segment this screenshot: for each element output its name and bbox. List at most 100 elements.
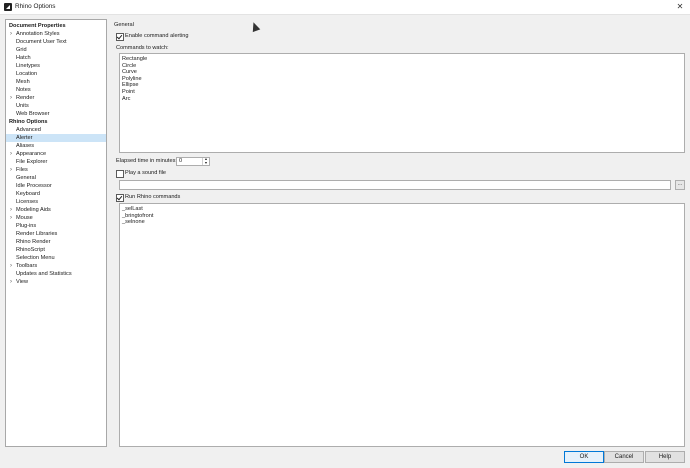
tree-item[interactable]: File Explorer bbox=[6, 158, 106, 166]
tree-item[interactable]: › Modeling Aids bbox=[6, 206, 106, 214]
chevron-right-icon[interactable]: › bbox=[10, 30, 15, 38]
tree-item-label: Hatch bbox=[16, 55, 31, 61]
tree-item-label: Mouse bbox=[16, 215, 33, 221]
run-commands-textbox[interactable]: _selLast _bringtofront _selnone bbox=[119, 203, 685, 447]
chevron-right-icon[interactable]: › bbox=[10, 206, 15, 214]
tree-item-label: Render Libraries bbox=[16, 231, 58, 237]
spin-arrows-icon[interactable]: ▲ ▼ bbox=[202, 157, 209, 165]
list-item: Polyline bbox=[122, 75, 142, 82]
tree-item-label: Grid bbox=[16, 47, 27, 53]
tree-item[interactable]: Mesh bbox=[6, 78, 106, 86]
tree-item[interactable]: Rhino Render bbox=[6, 238, 106, 246]
chevron-right-icon[interactable]: › bbox=[10, 150, 15, 158]
tree-item[interactable]: Alerter bbox=[6, 134, 106, 142]
ok-button[interactable]: OK bbox=[564, 451, 604, 463]
help-button[interactable]: Help bbox=[645, 451, 685, 463]
chevron-right-icon[interactable]: › bbox=[10, 214, 15, 222]
tree-item-label: Location bbox=[16, 71, 38, 77]
tree-item[interactable]: Document User Text bbox=[6, 38, 106, 46]
tree-item[interactable]: Render Libraries bbox=[6, 230, 106, 238]
list-item: _bringtofront bbox=[122, 212, 154, 219]
tree-item-label: Licenses bbox=[16, 199, 39, 205]
tree-item-label: Modeling Aids bbox=[16, 207, 51, 213]
tree-item[interactable]: Selection Menu bbox=[6, 254, 106, 262]
tree-item[interactable]: Hatch bbox=[6, 54, 106, 62]
tree-item-label: Document User Text bbox=[16, 39, 67, 45]
tree-item-label: Aliases bbox=[16, 143, 35, 149]
tree-item[interactable]: General bbox=[6, 174, 106, 182]
tree-item-label: General bbox=[16, 175, 36, 181]
browse-button[interactable]: ... bbox=[675, 180, 685, 190]
sound-file-input[interactable] bbox=[119, 180, 671, 190]
tree-item-label: Web Browser bbox=[16, 111, 50, 117]
tree-item-label: Render bbox=[16, 95, 35, 101]
tree-item[interactable]: Units bbox=[6, 102, 106, 110]
list-item: _selLast bbox=[122, 206, 143, 212]
run-commands-checkbox[interactable] bbox=[116, 194, 124, 202]
tree-item-label: Notes bbox=[16, 87, 31, 93]
tree-item[interactable]: › Files bbox=[6, 166, 106, 174]
tree-item-label: Rhino Options bbox=[9, 119, 48, 125]
tree-item-label: Document Properties bbox=[9, 23, 66, 29]
options-tree[interactable]: Document Properties › Annotation Styles Doc… bbox=[5, 19, 107, 447]
chevron-right-icon[interactable]: › bbox=[10, 166, 15, 174]
rhino-app-icon bbox=[4, 3, 12, 11]
tree-item-label: Linetypes bbox=[16, 63, 40, 69]
tree-item-label: Keyboard bbox=[16, 191, 40, 197]
play-sound-checkbox[interactable] bbox=[116, 170, 124, 178]
chevron-right-icon[interactable]: › bbox=[10, 94, 15, 102]
tree-item[interactable]: Idle Processor bbox=[6, 182, 106, 190]
elapsed-label: Elapsed time in minutes: bbox=[116, 158, 177, 164]
tree-item[interactable]: Advanced bbox=[6, 126, 106, 134]
commands-listbox[interactable]: Rectangle Circle Curve Polyline Ellipse Point… bbox=[119, 53, 685, 153]
tree-item-label: Alerter bbox=[16, 135, 33, 141]
elapsed-value: 0 bbox=[179, 158, 183, 164]
tree-item[interactable]: Plug-ins bbox=[6, 222, 106, 230]
tree-item[interactable]: Linetypes bbox=[6, 62, 106, 70]
tree-item[interactable]: › Annotation Styles bbox=[6, 30, 106, 38]
chevron-right-icon[interactable]: › bbox=[10, 262, 15, 270]
tree-item[interactable]: Location bbox=[6, 70, 106, 78]
tree-item[interactable]: Web Browser bbox=[6, 110, 106, 118]
tree-item-label: Updates and Statistics bbox=[16, 271, 72, 277]
tree-item-label: File Explorer bbox=[16, 159, 48, 165]
close-button[interactable]: ✕ bbox=[674, 2, 686, 12]
window-title: Rhino Options bbox=[15, 3, 56, 10]
section-heading: General bbox=[114, 22, 134, 28]
tree-item[interactable]: › View bbox=[6, 278, 106, 286]
title-bar: Rhino Options ✕ bbox=[0, 0, 690, 15]
tree-item-label: RhinoScript bbox=[16, 247, 45, 253]
tree-item[interactable]: Document Properties bbox=[6, 22, 106, 30]
list-item: Circle bbox=[122, 62, 137, 69]
tree-item[interactable]: Notes bbox=[6, 86, 106, 94]
run-commands-label: Run Rhino commands bbox=[125, 194, 181, 200]
tree-item-label: Files bbox=[16, 167, 28, 173]
enable-alerting-checkbox[interactable] bbox=[116, 33, 124, 41]
tree-item[interactable]: › Render bbox=[6, 94, 106, 102]
tree-item-label: Plug-ins bbox=[16, 223, 37, 229]
tree-item[interactable]: › Toolbars bbox=[6, 262, 106, 270]
elapsed-stepper[interactable]: 0 ▲ ▼ bbox=[176, 157, 210, 166]
tree-item[interactable]: Grid bbox=[6, 46, 106, 54]
tree-item[interactable]: RhinoScript bbox=[6, 246, 106, 254]
tree-item[interactable]: › Mouse bbox=[6, 214, 106, 222]
tree-item[interactable]: Licenses bbox=[6, 198, 106, 206]
tree-item[interactable]: Keyboard bbox=[6, 190, 106, 198]
cancel-button[interactable]: Cancel bbox=[604, 451, 644, 463]
list-item: Ellipse bbox=[122, 82, 139, 89]
tree-item[interactable]: Rhino Options bbox=[6, 118, 106, 126]
tree-item-label: Idle Processor bbox=[16, 183, 52, 189]
tree-item-label: Selection Menu bbox=[16, 255, 55, 261]
tree-item-label: Annotation Styles bbox=[16, 31, 60, 37]
enable-alerting-label: Enable command alerting bbox=[125, 33, 189, 39]
commands-label: Commands to watch: bbox=[116, 45, 169, 51]
tree-item[interactable]: Aliases bbox=[6, 142, 106, 150]
play-sound-label: Play a sound file bbox=[125, 170, 167, 176]
list-item: Rectangle bbox=[122, 56, 148, 62]
chevron-right-icon[interactable]: › bbox=[10, 278, 15, 286]
tree-item-label: Appearance bbox=[16, 151, 47, 157]
list-item: Curve bbox=[122, 69, 137, 76]
tree-item[interactable]: Updates and Statistics bbox=[6, 270, 106, 278]
tree-item[interactable]: › Appearance bbox=[6, 150, 106, 158]
tree-item-label: Toolbars bbox=[16, 263, 38, 269]
